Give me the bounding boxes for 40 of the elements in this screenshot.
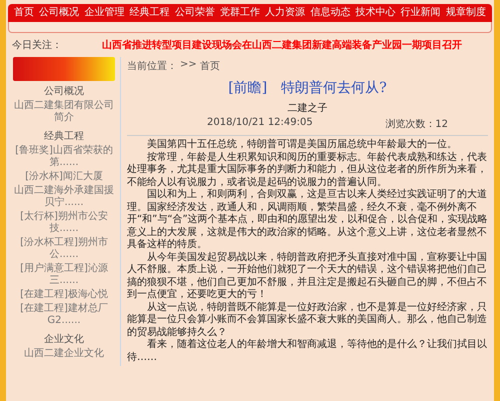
nav-link[interactable]: 人力资源 (265, 7, 306, 19)
nav-link[interactable]: 公司荣誉 (174, 7, 215, 19)
sidebar-link[interactable]: [在建工程]建材总厂G2...... (10, 303, 118, 327)
nav-link[interactable]: 行业新闻 (400, 7, 441, 19)
sidebar-link[interactable]: 山西二建海外承建国援贝宁...... (10, 185, 118, 209)
nav-link[interactable]: 规章制度 (446, 7, 486, 19)
sidebar-link[interactable]: [汾水杯工程]朔州市公...... (10, 237, 118, 261)
article-paragraph: 从这一点说，特朗普既不能算是一位好政治家，也不是算是一位好经济家，只能算是一位只会算小账而不会算国家长盛不衰大账的美国商人。那么，他自己制造的贸易战能够持久么？ (127, 302, 488, 338)
nav-link[interactable]: 公司概况 (39, 7, 80, 19)
sidebar-link[interactable]: [太行杯]朔州市公安技...... (10, 211, 118, 235)
sidebar-link[interactable]: 山西二建企业文化 (24, 348, 104, 360)
article-tag: [前瞻] (228, 79, 268, 97)
article-author: 二建之子 (286, 102, 328, 115)
nav-link[interactable]: 信息动态 (310, 7, 350, 19)
nav-link[interactable]: 经典工程 (130, 7, 170, 19)
article-date: 2018/10/21 12:49:05 (207, 117, 313, 130)
article-paragraph: 从今年美国发起贸易战以来，特朗普政府把矛头直接对准中国，宣称要让中国人不舒服。本质上说，一开始他们就犯了一个天大的错误，这个错误将把他们自己搞的狼狈不堪，他们自己更加不舒服，并且注定是搬起石头砸自己的脚，不但占不到一点便宜，还要吃更大的亏！ (127, 252, 488, 302)
section-heading: 公司概况 (44, 85, 84, 98)
sidebar-link[interactable]: [用户满意工程]沁源三...... (10, 263, 118, 287)
breadcrumb-label: 当前位置： (127, 60, 177, 73)
sidebar-link[interactable]: 山西二建集团有限公司简介 (10, 100, 118, 124)
nav-link[interactable]: 首页 (14, 7, 34, 19)
nav-link[interactable]: 企业管理 (84, 7, 124, 19)
focus-label: 今日关注： (12, 38, 62, 52)
nav-link[interactable]: 党群工作 (220, 7, 260, 19)
nav-link[interactable]: 技术中心 (356, 7, 396, 19)
sidebar-link[interactable]: [在建工程]极海心悦 (20, 289, 108, 301)
section-heading: 经典工程 (44, 130, 84, 143)
article-paragraph: 看来，随着这位老人的年龄增大和智商减退，等待他的是什么？让我们拭目以待…… (127, 339, 488, 364)
article-paragraph: 美国第四十五任总统，特朗普可谓是美国历届总统中年龄最大的一位。 (146, 139, 458, 152)
section-heading: 企业文化 (44, 333, 84, 346)
article-paragraph: 按常理，年龄是人生积累知识和阅历的重要标志。年龄代表成熟和练达，代表处理事务，尤其是重大国际事务的判断力和能力，但从这位老者的所作所为来看，不能给人以有说服力，或者说是起码的说服力的普遍认同。 (127, 152, 488, 188)
article-title: 特朗普何去何从? (281, 79, 387, 97)
breadcrumb-link[interactable]: 首页 (200, 59, 220, 73)
sidebar-link[interactable]: [汾水杯]闻汇大厦 (25, 171, 103, 183)
article-paragraph: 国以和为上，和则两利，合则双赢，这是亘古以来人类经过实践证明了的大道理。国家经济发达，政通人和，风调雨顺，繁荣昌盛，经久不衰，毫不例外离不开“和”与“合”这两个基本点，即由和的愿望出发，以和促合，以合促和，实现战略意义上的大发展，这就是伟大的政治家的韬略。从这个意义上讲，这位老者显然不具备这样的特质。 (127, 189, 488, 252)
view-count: 浏览次数：12 (385, 118, 448, 131)
sidebar-link[interactable]: [鲁班奖]山西省荣获的第...... (10, 145, 118, 169)
headline-link[interactable]: 山西省推进转型项目建设现场会在山西二建集团新建高端装备产业园一期项目召开 (102, 38, 462, 52)
breadcrumb-separator: >> (180, 59, 197, 72)
